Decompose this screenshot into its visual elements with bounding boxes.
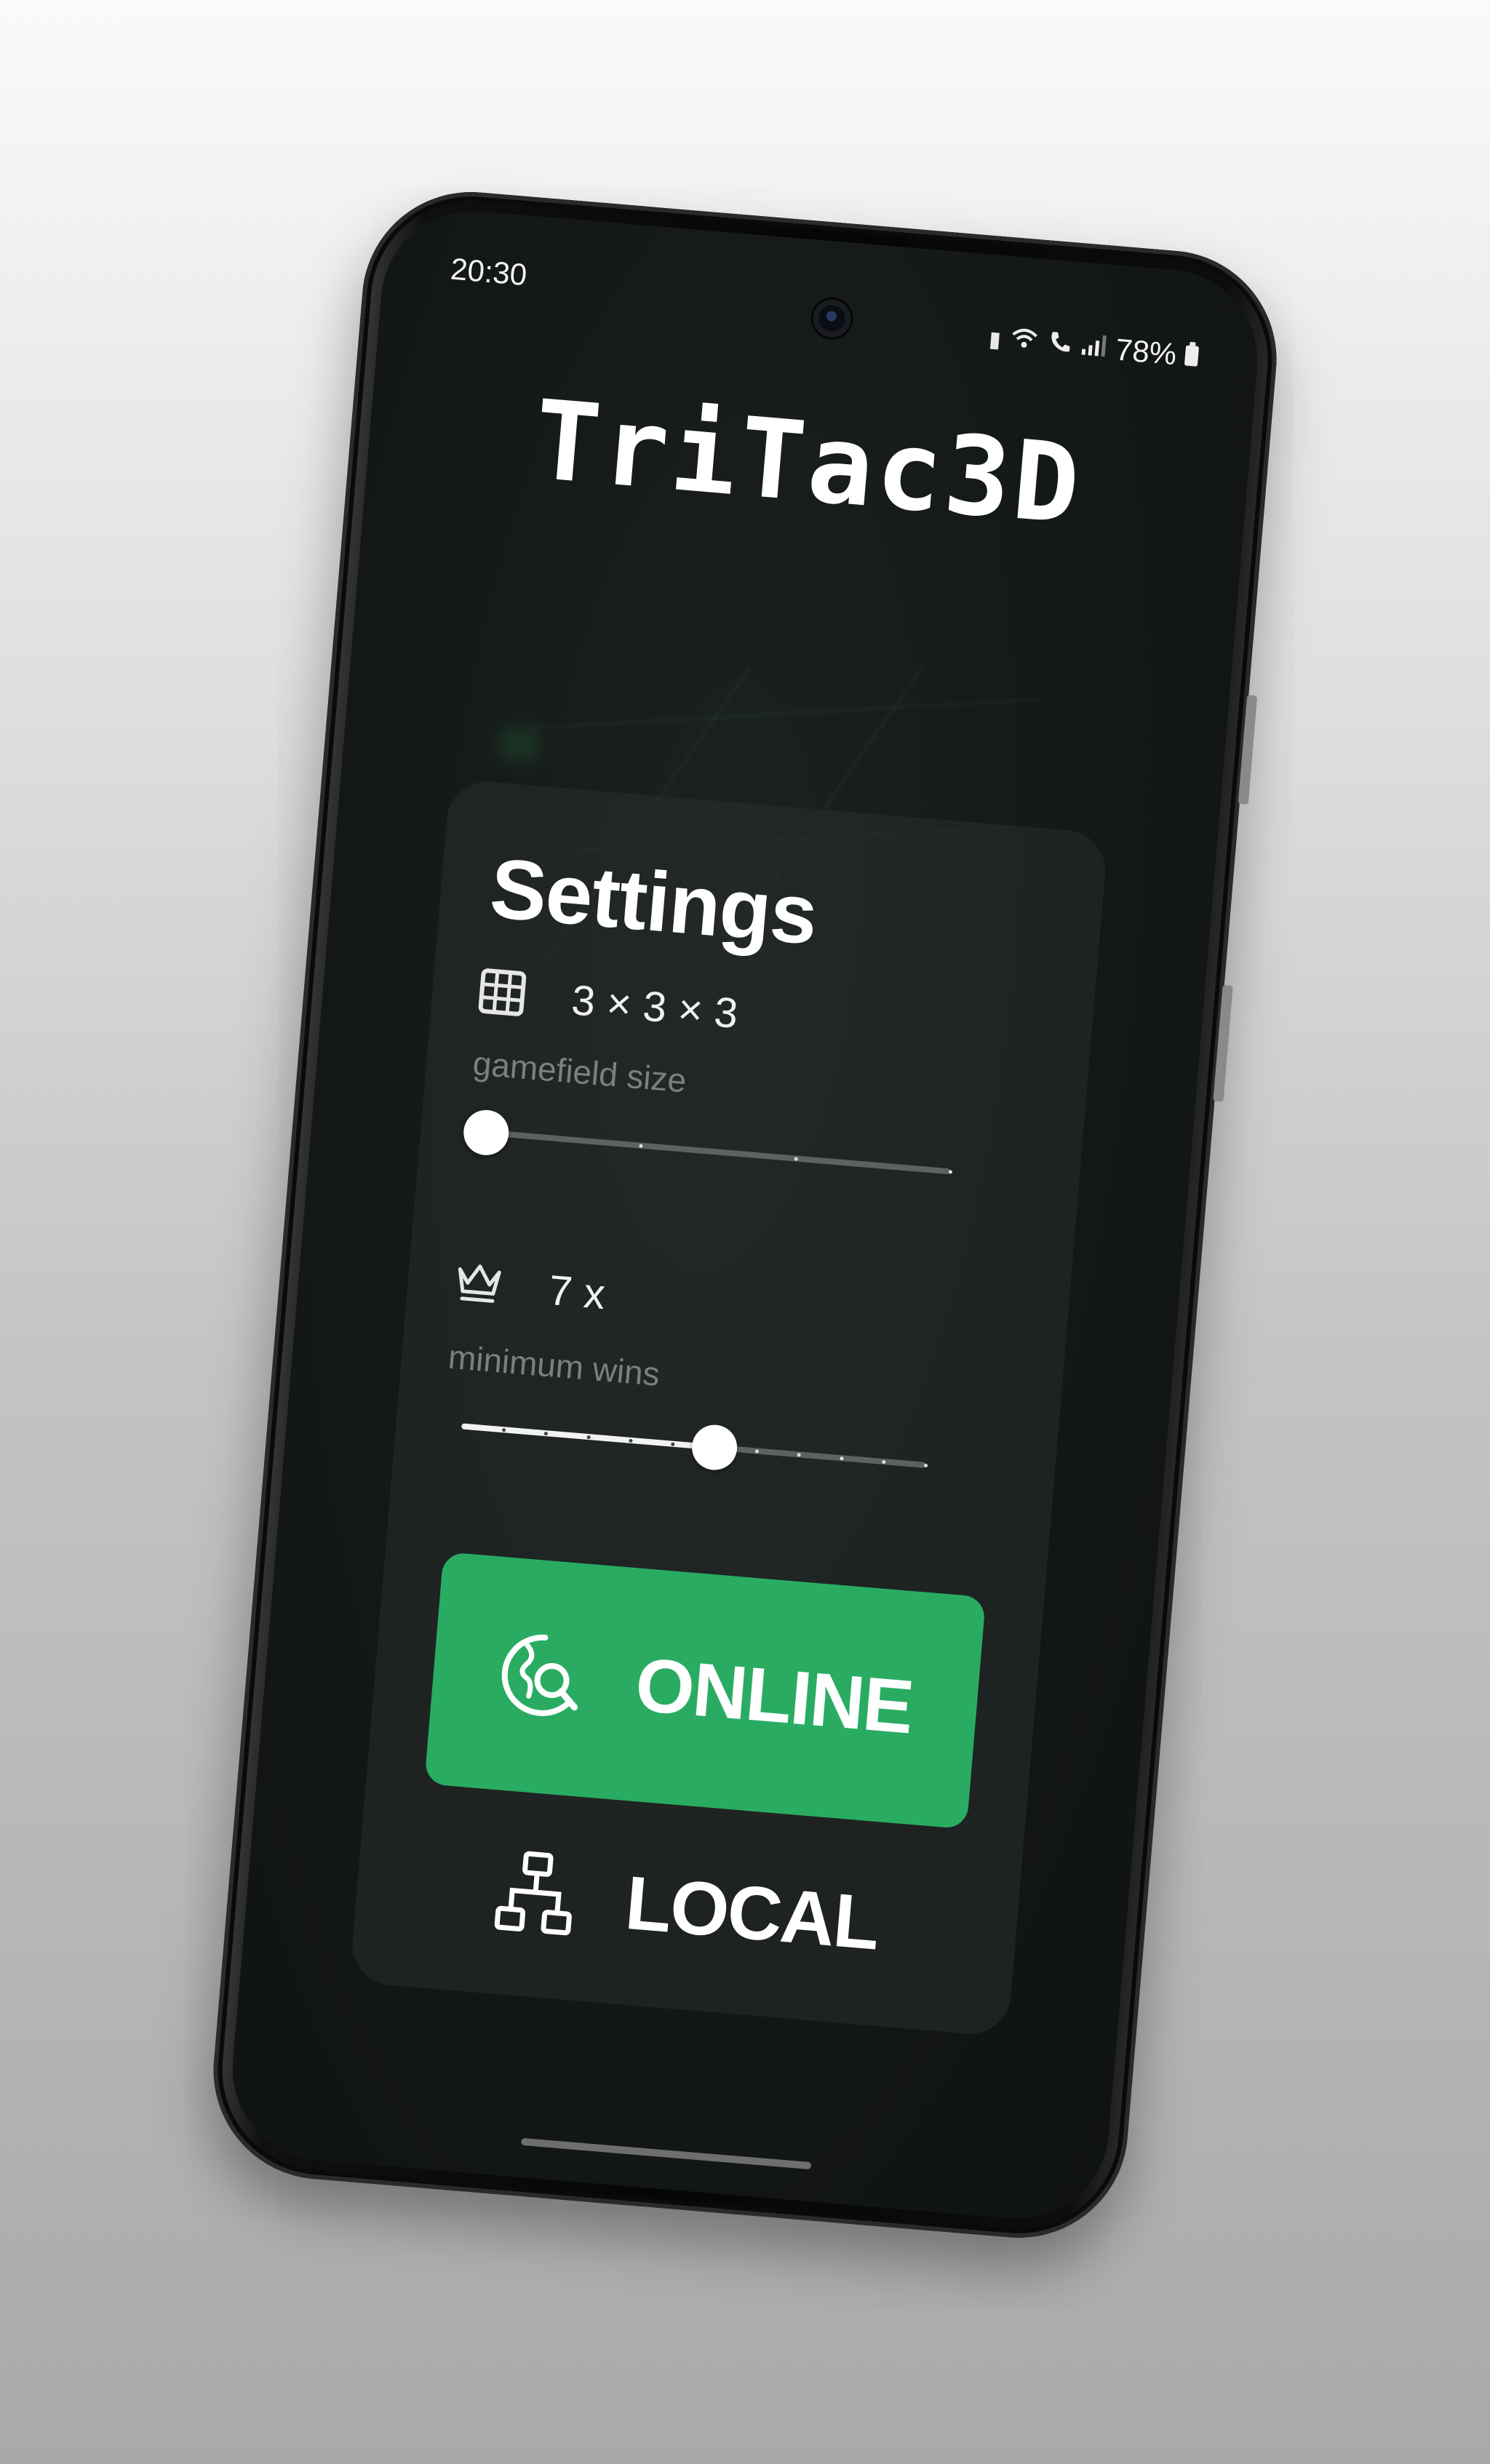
slider-tick (948, 1170, 953, 1174)
local-button[interactable]: LOCAL (410, 1813, 964, 2004)
slider-tick (586, 1435, 591, 1440)
minimum-wins-row: 7 x (453, 1257, 607, 1320)
volume-button (1213, 984, 1233, 1102)
call-icon (1046, 329, 1073, 362)
gamefield-size-value: 3 × 3 × 3 (570, 976, 740, 1038)
slider-tick (794, 1157, 798, 1161)
settings-title: Settings (486, 840, 821, 962)
front-camera (811, 298, 853, 339)
phone-frame: 20:30 ▮ 78% TriTac3D Settings 3 × 3 × 3 … (204, 183, 1286, 2246)
battery-percent: 78% (1114, 332, 1179, 372)
settings-card: Settings 3 × 3 × 3 gamefield size 7 x mi… (348, 778, 1109, 2038)
battery-saver-icon: ▮ (987, 327, 1003, 352)
crown-icon (453, 1257, 505, 1311)
product-scene: 20:30 ▮ 78% TriTac3D Settings 3 × 3 × 3 … (0, 0, 1490, 2464)
app-screen: 20:30 ▮ 78% TriTac3D Settings 3 × 3 × 3 … (225, 204, 1265, 2226)
slider-thumb[interactable] (461, 1108, 511, 1157)
online-button[interactable]: ONLINE (424, 1551, 987, 1830)
gamefield-size-slider[interactable] (461, 1108, 953, 1192)
slider-track (485, 1129, 951, 1175)
gamefield-size-row: 3 × 3 × 3 (477, 967, 740, 1039)
hierarchy-icon (492, 1846, 579, 1944)
globe-search-icon (494, 1628, 589, 1726)
grid-icon (477, 967, 527, 1021)
wifi-call-icon (1008, 325, 1040, 358)
online-label: ONLINE (632, 1642, 916, 1750)
slider-tick (881, 1459, 886, 1464)
app-title: TriTac3D (529, 377, 1087, 549)
background-grid-line (530, 697, 1039, 730)
slider-thumb[interactable] (690, 1423, 739, 1472)
minimum-wins-caption: minimum wins (447, 1337, 661, 1393)
background-glow (495, 724, 543, 765)
slider-tick (923, 1463, 928, 1468)
minimum-wins-value: 7 x (546, 1266, 607, 1319)
slider-tick (628, 1438, 633, 1443)
gamefield-size-caption: gamefield size (471, 1044, 688, 1100)
local-label: LOCAL (622, 1860, 883, 1966)
minimum-wins-slider[interactable] (460, 1404, 928, 1486)
signal-icon (1080, 331, 1108, 364)
status-time: 20:30 (449, 251, 529, 292)
power-button (1238, 695, 1258, 805)
status-icons: ▮ 78% (987, 322, 1200, 374)
slider-tick (839, 1456, 844, 1461)
home-indicator[interactable] (520, 2137, 812, 2170)
battery-icon (1184, 345, 1200, 367)
